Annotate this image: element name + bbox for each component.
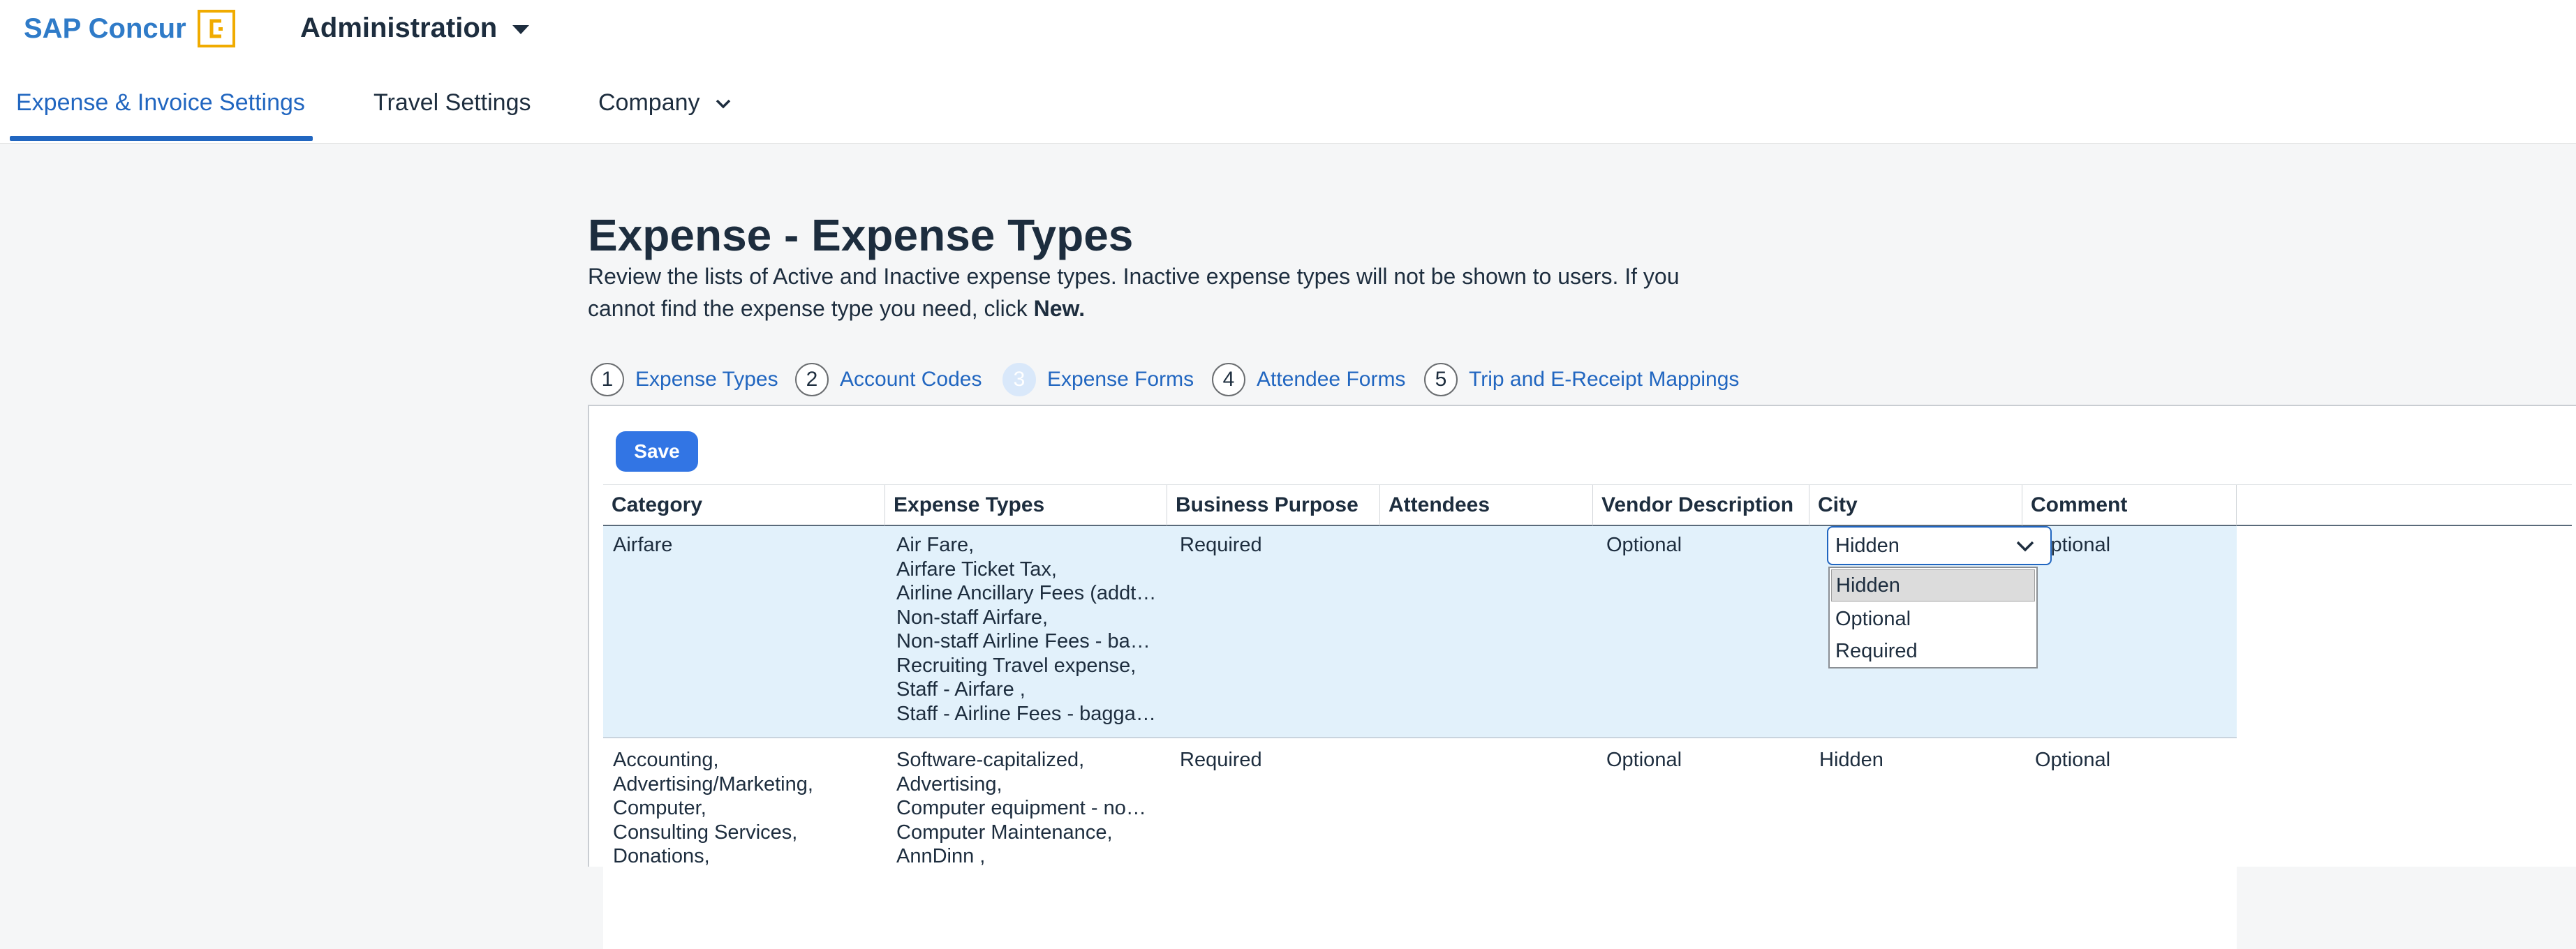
expense-type-item: Air Fare,	[896, 534, 975, 556]
expense-type-item: Airfare Ticket Tax,	[896, 558, 1057, 581]
expense-forms-panel: Save Category Expense Types Business Pur…	[588, 405, 2576, 949]
col-city[interactable]: City	[1809, 485, 2022, 525]
category-item: Accounting,	[613, 749, 719, 771]
top-header: SAP Concur Administration	[0, 0, 2576, 63]
col-business-purpose[interactable]: Business Purpose	[1167, 485, 1380, 525]
expense-type-item: Computer Maintenance,	[896, 821, 1113, 844]
city-option-optional[interactable]: Optional	[1831, 603, 2035, 635]
chevron-down-icon	[716, 99, 730, 108]
step-label: Account Codes	[840, 368, 982, 391]
cell-city[interactable]: Hidden	[1819, 748, 1883, 772]
nav-travel-settings[interactable]: Travel Settings	[373, 89, 531, 117]
step-number: 1	[591, 363, 624, 396]
expense-type-item: Staff - Airline Fees - bagga…	[896, 702, 1156, 725]
step-number: 3	[1002, 363, 1036, 396]
city-select[interactable]: Hidden	[1827, 526, 2052, 565]
nav-label: Company	[598, 89, 700, 116]
page-description: Review the lists of Active and Inactive …	[588, 260, 1733, 324]
active-tab-indicator	[10, 136, 313, 141]
cell-comment[interactable]: Optional	[2035, 748, 2110, 772]
cell-vendor-description[interactable]: Optional	[1606, 748, 1682, 772]
step-expense-forms[interactable]: 3 Expense Forms	[1002, 363, 1194, 396]
expense-type-item: Computer equipment - no…	[896, 797, 1146, 819]
administration-menu[interactable]: Administration	[300, 13, 530, 44]
nav-expense-invoice-settings[interactable]: Expense & Invoice Settings	[16, 89, 305, 117]
expense-type-item: Non-staff Airline Fees - ba…	[896, 630, 1150, 652]
col-vendor-description[interactable]: Vendor Description	[1593, 485, 1809, 525]
step-number: 5	[1424, 363, 1458, 396]
brand[interactable]: SAP Concur	[24, 10, 235, 47]
expense-type-item: AnnDinn ,	[896, 845, 986, 867]
category-item: Airfare	[613, 534, 673, 556]
step-number: 2	[795, 363, 829, 396]
city-option-hidden[interactable]: Hidden	[1831, 569, 2035, 601]
cell-business-purpose[interactable]: Required	[1180, 533, 1262, 558]
table-row[interactable]: Airfare Air Fare, Airfare Ticket Tax, Ai…	[603, 526, 2237, 738]
cell-category: Accounting, Advertising/Marketing, Compu…	[613, 748, 878, 869]
cell-expense-types: Software-capitalized, Advertising, Compu…	[896, 748, 1162, 869]
cell-vendor-description[interactable]: Optional	[1606, 533, 1682, 558]
expense-type-item: Recruiting Travel expense,	[896, 654, 1137, 677]
step-attendee-forms[interactable]: 4 Attendee Forms	[1212, 363, 1405, 396]
caret-down-icon	[512, 25, 530, 34]
city-select-value: Hidden	[1835, 534, 1900, 557]
expense-type-item: Non-staff Airfare,	[896, 606, 1049, 629]
step-account-codes[interactable]: 2 Account Codes	[795, 363, 982, 396]
city-option-required[interactable]: Required	[1831, 635, 2035, 667]
category-item: Advertising/Marketing,	[613, 772, 813, 795]
description-new-link: New.	[1033, 296, 1086, 321]
description-text: Review the lists of Active and Inactive …	[588, 264, 1680, 321]
cell-category: Airfare	[613, 533, 878, 558]
step-label: Expense Forms	[1047, 368, 1194, 391]
save-button[interactable]: Save	[616, 431, 698, 472]
brand-name: SAP Concur	[24, 13, 186, 44]
main-nav: Expense & Invoice Settings Travel Settin…	[0, 63, 2576, 144]
expense-type-item: Software-capitalized,	[896, 749, 1085, 771]
table-header: Category Expense Types Business Purpose …	[603, 484, 2572, 526]
chevron-down-icon	[2016, 541, 2034, 552]
col-expense-types[interactable]: Expense Types	[885, 485, 1167, 525]
expense-type-item: Staff - Airfare ,	[896, 678, 1026, 701]
category-item: Consulting Services,	[613, 821, 798, 844]
expense-type-item: Advertising,	[896, 772, 1002, 795]
administration-label: Administration	[300, 13, 498, 43]
category-item: Computer,	[613, 797, 706, 819]
step-label: Attendee Forms	[1257, 368, 1406, 391]
table-row[interactable]: Accounting, Advertising/Marketing, Compu…	[603, 740, 2237, 949]
concur-logo-icon	[197, 10, 235, 47]
nav-company[interactable]: Company	[598, 89, 731, 117]
nav-label: Travel Settings	[373, 89, 531, 116]
expense-type-item: Airline Ancillary Fees (addt…	[896, 582, 1157, 604]
col-category[interactable]: Category	[603, 485, 885, 525]
col-attendees[interactable]: Attendees	[1380, 485, 1593, 525]
step-number: 4	[1212, 363, 1245, 396]
cell-business-purpose[interactable]: Required	[1180, 748, 1262, 772]
nav-label: Expense & Invoice Settings	[16, 89, 305, 116]
step-label: Expense Types	[635, 368, 778, 391]
cell-expense-types: Air Fare, Airfare Ticket Tax, Airline An…	[896, 533, 1162, 726]
step-label: Trip and E-Receipt Mappings	[1469, 368, 1740, 391]
category-item: Donations,	[613, 845, 710, 867]
step-expense-types[interactable]: 1 Expense Types	[591, 363, 778, 396]
step-trip-ereceipt-mappings[interactable]: 5 Trip and E-Receipt Mappings	[1424, 363, 1739, 396]
col-comment[interactable]: Comment	[2022, 485, 2237, 525]
page-title: Expense - Expense Types	[588, 210, 1134, 260]
city-dropdown-list: Hidden Optional Required	[1828, 567, 2038, 668]
